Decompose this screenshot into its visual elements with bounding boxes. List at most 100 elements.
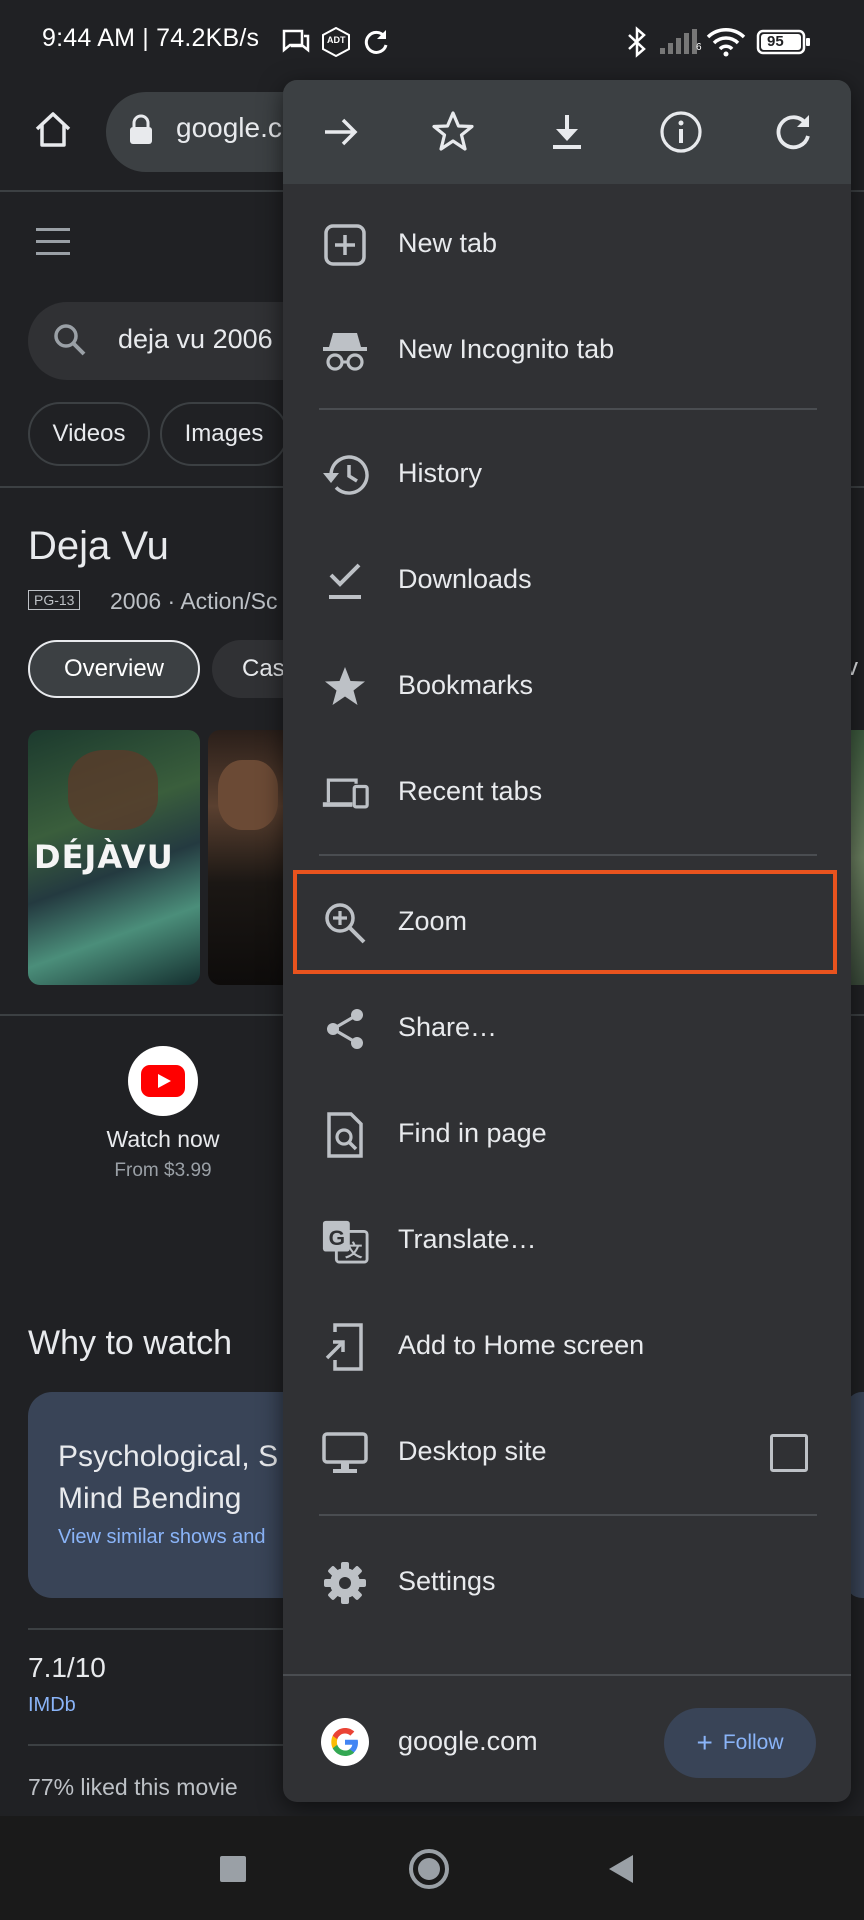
omnibox-url[interactable]: google.c [176,112,282,144]
page-info-button[interactable] [651,102,711,162]
lock-icon [128,114,154,151]
find-in-page-icon [321,1111,369,1159]
bookmark-star-icon [432,111,474,151]
download-page-button[interactable] [537,102,597,162]
menu-item-label: New tab [398,228,498,258]
menu-item-translate[interactable]: G文 Translate… [283,1188,851,1294]
refresh-icon [776,115,810,150]
home-nav-button[interactable] [404,1844,454,1894]
menu-item-label: History [398,458,483,488]
tab-overview[interactable]: Overview [28,640,200,698]
menu-item-share[interactable]: Share… [283,976,851,1082]
why-to-watch-heading: Why to watch [28,1324,233,1362]
menu-footer: google.com + Follow [283,1674,851,1802]
svg-text:文: 文 [345,1240,363,1261]
menu-item-label: Recent tabs [398,776,543,806]
divider [28,1744,288,1746]
add-to-home-icon [321,1323,369,1371]
zoom-highlight-box [293,870,837,974]
menu-item-label: Bookmarks [398,670,534,700]
youtube-icon[interactable] [128,1046,198,1116]
svg-text:G: G [329,1227,345,1250]
footer-site-name: google.com [398,1726,538,1756]
forward-icon [325,118,358,146]
incognito-icon [321,327,369,375]
back-triangle-icon [609,1855,633,1883]
refresh-button[interactable] [763,102,823,162]
follow-button[interactable]: + Follow [664,1708,816,1778]
menu-item-bookmarks[interactable]: Bookmarks [283,634,851,740]
page-info-icon [660,111,702,153]
menu-item-settings[interactable]: Settings [283,1530,851,1636]
rating-badge: PG-13 [28,590,81,610]
movie-poster[interactable] [208,730,288,985]
bookmark-page-button[interactable] [423,102,483,162]
overflow-menu: New tab New Incognito tab History Downlo… [283,80,851,1802]
adt-badge-icon: ADT [320,26,352,58]
devices-icon [321,769,369,817]
menu-item-label: Add to Home screen [398,1330,645,1360]
imdb-link[interactable]: IMDb [28,1694,76,1717]
sync-icon [362,26,390,58]
desktop-site-checkbox[interactable] [770,1434,808,1472]
recents-button[interactable] [208,1844,258,1894]
system-nav-bar [0,1816,864,1920]
menu-item-label: Settings [398,1566,496,1596]
poster-title: DÉJÀVU [34,838,174,876]
menu-item-label: Translate… [398,1224,537,1254]
imdb-score: 7.1/10 [28,1652,106,1683]
watch-now-label[interactable]: Watch now [90,1126,236,1153]
home-button[interactable] [28,100,78,160]
downloads-icon [321,557,369,605]
why-card-title: Psychological, S Mind Bending [58,1440,279,1515]
signal-icon: 6 [658,26,702,58]
why-card-link[interactable]: View similar shows and [58,1526,266,1549]
hamburger-menu-icon[interactable] [36,228,70,256]
desktop-icon [321,1429,369,1477]
menu-item-new-incognito-tab[interactable]: New Incognito tab [283,298,851,404]
follow-label: Follow [722,1731,784,1754]
back-button[interactable] [596,1844,646,1894]
movie-poster[interactable]: DÉJÀVU [28,730,200,985]
menu-item-history[interactable]: History [283,422,851,528]
wifi-icon [706,26,746,58]
bookmarks-star-icon [321,663,369,711]
menu-item-label: New Incognito tab [398,334,615,364]
menu-item-label: Find in page [398,1118,547,1148]
search-icon [52,322,88,363]
chip-videos[interactable]: Videos [28,402,150,466]
home-icon [35,112,71,147]
translate-icon: G文 [321,1217,369,1265]
battery-icon: 95 [756,26,812,58]
plus-icon: + [696,1727,713,1758]
menu-divider [319,854,817,856]
menu-item-desktop-site[interactable]: Desktop site [283,1400,851,1506]
menu-item-recent-tabs[interactable]: Recent tabs [283,740,851,846]
movie-meta: 2006 · Action/Sc [110,588,278,614]
chip-images[interactable]: Images [160,402,288,466]
menu-action-row [283,80,851,184]
home-circle-icon [409,1849,449,1889]
divider [28,1628,288,1630]
battery-level: 95 [767,33,784,50]
menu-divider [319,408,817,410]
menu-item-find-in-page[interactable]: Find in page [283,1082,851,1188]
message-icon [282,26,310,58]
movie-poster-partial[interactable] [850,730,864,985]
menu-item-label: Desktop site [398,1436,547,1466]
google-logo-icon [321,1718,369,1766]
liked-percentage: 77% liked this movie [28,1774,238,1800]
history-icon [321,451,369,499]
menu-divider [319,1514,817,1516]
recents-square-icon [220,1856,246,1882]
search-query[interactable]: deja vu 2006 [118,324,273,355]
forward-button[interactable] [311,102,371,162]
menu-item-label: Downloads [398,564,532,594]
menu-item-downloads[interactable]: Downloads [283,528,851,634]
settings-gear-icon [321,1559,369,1607]
menu-item-label: Share… [398,1012,498,1042]
menu-item-add-to-home-screen[interactable]: Add to Home screen [283,1294,851,1400]
movie-title: Deja Vu [28,524,169,568]
menu-item-new-tab[interactable]: New tab [283,192,851,298]
status-time-speed: 9:44 AM | 74.2KB/s [42,24,260,52]
